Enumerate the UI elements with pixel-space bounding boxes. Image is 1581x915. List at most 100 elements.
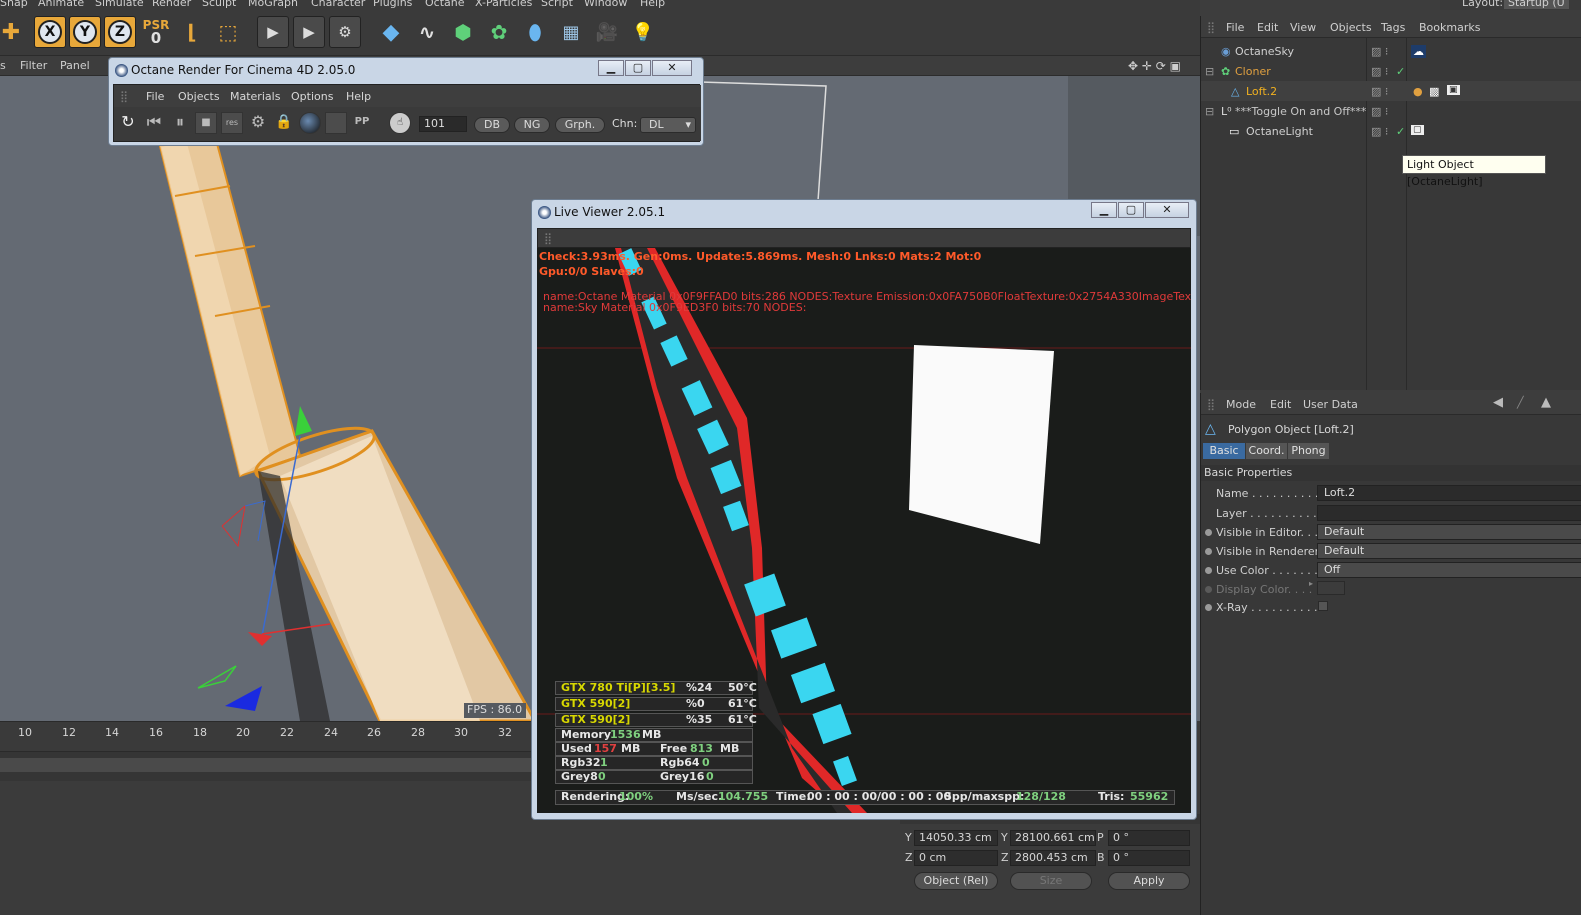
- layer-field[interactable]: [1317, 505, 1581, 521]
- am-menu-mode[interactable]: Mode: [1226, 398, 1256, 411]
- visibility-toggle-icon[interactable]: ▨ ⁝: [1371, 85, 1388, 98]
- visibility-toggle-icon[interactable]: ▨ ⁝: [1371, 45, 1388, 58]
- material-ball-icon[interactable]: [299, 112, 321, 134]
- layout-value[interactable]: Startup (U: [1504, 0, 1569, 9]
- menu-help[interactable]: Help: [640, 0, 665, 9]
- object-mode-icon[interactable]: ⬚: [212, 16, 244, 48]
- object-row-toggle[interactable]: ⊟ L⁰ ***Toggle On and Off*** ▨ ⁝: [1201, 101, 1581, 121]
- cube-icon[interactable]: ◆: [375, 16, 407, 48]
- visibility-toggle-icon[interactable]: ▨ ⁝: [1371, 65, 1388, 78]
- om-menu-objects[interactable]: Objects: [1330, 21, 1372, 34]
- psr-button[interactable]: PSR 0: [140, 16, 172, 48]
- close-button[interactable]: ✕: [652, 60, 692, 76]
- tab-basic[interactable]: Basic: [1203, 443, 1245, 459]
- visible-renderer-dropdown[interactable]: Default: [1317, 543, 1581, 559]
- display-color-swatch[interactable]: [1317, 581, 1345, 595]
- ng-button[interactable]: NG: [514, 117, 550, 133]
- octane-menu-help[interactable]: Help: [346, 90, 371, 103]
- use-color-dropdown[interactable]: Off: [1317, 562, 1581, 578]
- y-position-field[interactable]: 14050.33 cm: [914, 830, 998, 846]
- pick-focus-icon[interactable]: ☝: [389, 112, 411, 134]
- render-canvas[interactable]: Check:3.93ms. Gen:0ms. Update:5.869ms. M…: [537, 248, 1191, 813]
- viewport-menu-s[interactable]: s: [0, 59, 6, 72]
- environment-tag-icon[interactable]: ☁: [1411, 45, 1426, 58]
- rewind-icon[interactable]: ⏮: [143, 112, 165, 134]
- enabled-check-icon[interactable]: ✓: [1396, 125, 1405, 138]
- object-row-octanesky[interactable]: ◉ OctaneSky ▨ ⁝ ☁: [1201, 41, 1581, 61]
- om-menu-tags[interactable]: Tags: [1381, 21, 1405, 34]
- expand-arrow-icon[interactable]: ▸: [1309, 579, 1313, 588]
- apply-button[interactable]: Apply: [1108, 872, 1190, 890]
- deformer-icon[interactable]: ⬮: [519, 16, 551, 48]
- menu-animate[interactable]: Animate: [38, 0, 84, 9]
- menu-x-particles[interactable]: X-Particles: [475, 0, 532, 9]
- octane-menu-objects[interactable]: Objects: [178, 90, 220, 103]
- material-tag-icon[interactable]: ▩: [1429, 85, 1439, 98]
- camera-icon[interactable]: 🎥: [591, 16, 623, 48]
- x-axis-button[interactable]: X: [34, 16, 66, 48]
- lock-icon[interactable]: 🔒: [273, 112, 295, 134]
- tab-phong[interactable]: Phong: [1288, 443, 1329, 459]
- light-tag-icon[interactable]: ▢: [1411, 125, 1424, 135]
- viewport-nav-icons[interactable]: ✥ ✛ ⟳ ▣: [1128, 59, 1181, 73]
- render-settings-icon[interactable]: ⚙: [329, 16, 361, 48]
- phong-tag-icon[interactable]: ●: [1413, 85, 1423, 98]
- subdivision-icon[interactable]: ⬢: [447, 16, 479, 48]
- viewport-menu-filter[interactable]: Filter: [20, 59, 47, 72]
- am-menu-user-data[interactable]: User Data: [1303, 398, 1358, 411]
- enabled-check-icon[interactable]: ✓: [1396, 65, 1405, 78]
- keyframe-dot[interactable]: [1205, 567, 1212, 574]
- menu-sculpt[interactable]: Sculpt: [202, 0, 236, 9]
- stop-icon[interactable]: ■: [195, 112, 217, 134]
- forward-arrow-icon[interactable]: ╱: [1517, 396, 1524, 409]
- z-size-field[interactable]: 2800.453 cm: [1010, 850, 1096, 866]
- minimize-button[interactable]: ▁: [598, 60, 624, 76]
- om-menu-file[interactable]: File: [1226, 21, 1244, 34]
- name-field[interactable]: Loft.2: [1317, 485, 1581, 501]
- maximize-button[interactable]: ▢: [625, 60, 651, 76]
- coordinate-system-icon[interactable]: ⌊: [176, 16, 208, 48]
- menu-character[interactable]: Character: [311, 0, 365, 9]
- texture-tag-icon[interactable]: ▣: [1447, 85, 1460, 95]
- octane-menu-options[interactable]: Options: [291, 90, 333, 103]
- channel-dropdown[interactable]: DL ▾: [640, 117, 696, 133]
- om-menu-bookmarks[interactable]: Bookmarks: [1419, 21, 1480, 34]
- db-button[interactable]: DB: [474, 117, 510, 133]
- resolution-icon[interactable]: res: [221, 112, 243, 134]
- timeline-track[interactable]: [0, 758, 535, 772]
- om-menu-view[interactable]: View: [1290, 21, 1316, 34]
- z-position-field[interactable]: 0 cm: [914, 850, 998, 866]
- object-row-loft2[interactable]: △ Loft.2 ▨ ⁝ ● ▩ ▣: [1201, 81, 1581, 101]
- menu-snap[interactable]: Snap: [0, 0, 28, 9]
- object-row-octanelight[interactable]: ▭ OctaneLight ▨ ⁝ ✓ ▢: [1201, 121, 1581, 141]
- floor-icon[interactable]: ▦: [555, 16, 587, 48]
- menu-script[interactable]: Script: [541, 0, 573, 9]
- render-view-icon[interactable]: ▶: [257, 16, 289, 48]
- keyframe-dot[interactable]: [1205, 548, 1212, 555]
- keyframe-dot[interactable]: [1205, 586, 1212, 593]
- menu-mograph[interactable]: MoGraph: [248, 0, 298, 9]
- octane-menu-materials[interactable]: Materials: [230, 90, 280, 103]
- timeline-ruler[interactable]: 10 12 14 16 18 20 22 24 26 28 30 32: [0, 721, 535, 751]
- coordinate-mode-dropdown[interactable]: Object (Rel): [914, 872, 998, 890]
- size-mode-dropdown[interactable]: Size: [1010, 872, 1092, 890]
- maximize-button[interactable]: ▢: [1118, 202, 1144, 218]
- graph-button[interactable]: Grph.: [555, 117, 605, 133]
- keyframe-dot[interactable]: [1205, 604, 1212, 611]
- collapse-icon[interactable]: ⊟: [1205, 65, 1214, 78]
- resolution-spinner[interactable]: 101: [419, 116, 467, 132]
- up-arrow-icon[interactable]: ▲: [1541, 395, 1551, 410]
- y-size-field[interactable]: 28100.661 cm: [1010, 830, 1096, 846]
- timeline-scrubber[interactable]: [0, 751, 535, 781]
- tab-coord[interactable]: Coord.: [1246, 443, 1287, 459]
- spline-icon[interactable]: ∿: [411, 16, 443, 48]
- move-tool-icon[interactable]: ✚: [0, 16, 22, 48]
- octane-menu-file[interactable]: File: [146, 90, 164, 103]
- mograph-icon[interactable]: ✿: [483, 16, 515, 48]
- menu-render[interactable]: Render: [152, 0, 191, 9]
- post-processing-icon[interactable]: PP: [351, 112, 373, 134]
- om-menu-edit[interactable]: Edit: [1257, 21, 1278, 34]
- b-rotation-field[interactable]: 0 °: [1108, 850, 1190, 866]
- visibility-toggle-icon[interactable]: ▨ ⁝: [1371, 105, 1388, 118]
- layout-selector[interactable]: Layout: Startup (U: [1440, 0, 1581, 10]
